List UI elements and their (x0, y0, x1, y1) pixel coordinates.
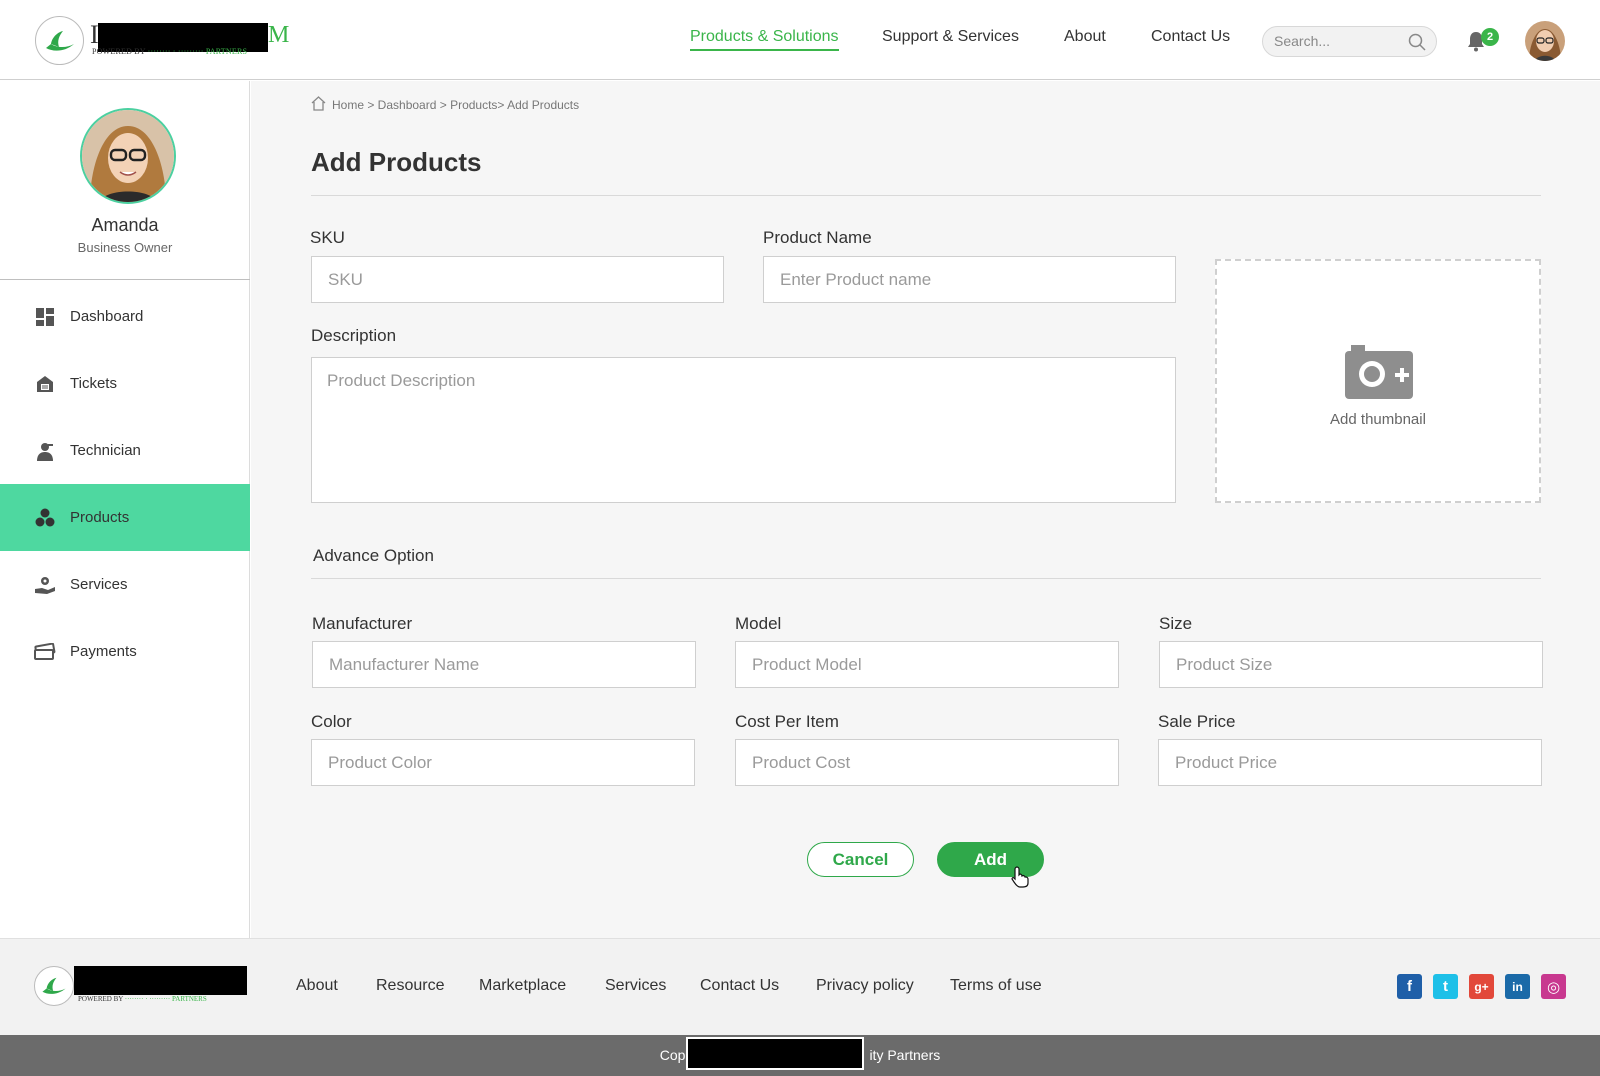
manufacturer-input[interactable] (312, 641, 696, 688)
cancel-button[interactable]: Cancel (807, 842, 914, 877)
footer-link-terms-of-use[interactable]: Terms of use (950, 977, 1042, 995)
nav-contact-us[interactable]: Contact Us (1151, 28, 1230, 46)
size-label: Size (1159, 614, 1193, 633)
footer-link-resource[interactable]: Resource (376, 977, 444, 995)
profile-avatar (80, 108, 176, 204)
nav-about[interactable]: About (1064, 28, 1106, 46)
footer-link-marketplace[interactable]: Marketplace (479, 977, 566, 995)
sidebar: Amanda Business Owner Dashboard Tickets … (0, 81, 250, 938)
instagram-icon[interactable]: ◎ (1541, 974, 1566, 999)
sku-label: SKU (310, 228, 345, 247)
sidebar-item-dashboard[interactable]: Dashboard (0, 283, 250, 350)
page-title: Add Products (311, 147, 482, 177)
footer-link-services[interactable]: Services (605, 977, 666, 995)
linkedin-icon[interactable]: in (1505, 974, 1530, 999)
sku-input[interactable] (311, 256, 724, 303)
user-avatar[interactable] (1525, 21, 1565, 61)
logo-emblem-icon (35, 16, 84, 65)
copyright-redaction (686, 1037, 864, 1070)
manufacturer-label: Manufacturer (312, 614, 413, 633)
products-icon (34, 507, 56, 529)
title-divider (311, 195, 1541, 196)
logo-tagline: POWERED BY ········ · ········· PARTNERS (92, 47, 248, 56)
footer-logo-emblem-icon (34, 966, 74, 1006)
nav-support-services[interactable]: Support & Services (882, 28, 1019, 46)
sidebar-item-label: Payments (70, 643, 137, 660)
model-input[interactable] (735, 641, 1119, 688)
footer-link-about[interactable]: About (296, 977, 338, 995)
sidebar-item-services[interactable]: Services (0, 551, 250, 618)
services-icon (34, 574, 56, 596)
sidebar-item-payments[interactable]: Payments (0, 618, 250, 685)
thumbnail-label: Add thumbnail (1330, 411, 1426, 428)
advance-option-divider (311, 578, 1541, 579)
sidebar-item-label: Technician (70, 442, 141, 459)
sidebar-item-products[interactable]: Products (0, 484, 250, 551)
add-photo-icon (1345, 343, 1413, 404)
search-icon[interactable] (1408, 33, 1426, 56)
size-input[interactable] (1159, 641, 1543, 688)
tickets-icon (34, 373, 56, 395)
sale-price-input[interactable] (1158, 739, 1542, 786)
payments-icon (34, 641, 56, 663)
cost-per-item-label: Cost Per Item (735, 712, 839, 731)
notification-count-badge: 2 (1481, 28, 1499, 46)
hand-cursor-icon (1011, 866, 1029, 893)
sidebar-item-tickets[interactable]: Tickets (0, 350, 250, 417)
footer-logo-tagline: POWERED BY ········ · ········· PARTNERS (78, 995, 207, 1003)
technician-icon (34, 440, 56, 462)
google-plus-icon[interactable]: g+ (1469, 974, 1494, 999)
color-input[interactable] (311, 739, 695, 786)
description-label: Description (311, 326, 397, 345)
home-icon[interactable] (311, 96, 326, 114)
site-logo[interactable]: I M POWERED BY ········ · ········· PART… (35, 16, 295, 66)
dashboard-icon (34, 306, 56, 328)
twitter-icon[interactable]: t (1433, 974, 1458, 999)
sidebar-item-label: Products (70, 509, 130, 526)
product-name-label: Product Name (763, 228, 872, 247)
profile-role: Business Owner (77, 240, 173, 255)
color-label: Color (311, 712, 352, 731)
cost-per-item-input[interactable] (735, 739, 1119, 786)
main-content: Home > Dashboard > Products> Add Product… (251, 81, 1600, 938)
top-header: I M POWERED BY ········ · ········· PART… (0, 0, 1600, 80)
breadcrumb: Home > Dashboard > Products> Add Product… (311, 96, 579, 114)
footer-logo-redaction (74, 966, 247, 995)
copyright-bar: Cop ity Partners (0, 1035, 1600, 1076)
advance-option-title: Advance Option (313, 546, 434, 565)
search-box (1262, 26, 1437, 57)
footer-link-privacy-policy[interactable]: Privacy policy (816, 977, 914, 995)
search-input[interactable] (1274, 33, 1399, 49)
nav-products-solutions[interactable]: Products & Solutions (690, 28, 839, 51)
profile-divider (0, 279, 250, 280)
footer-logo[interactable]: POWERED BY ········ · ········· PARTNERS (34, 966, 254, 1010)
logo-letter-right: M (268, 22, 290, 48)
facebook-icon[interactable]: f (1397, 974, 1422, 999)
model-label: Model (735, 614, 782, 633)
footer: POWERED BY ········ · ········· PARTNERS… (0, 938, 1600, 1035)
sidebar-item-label: Tickets (70, 375, 117, 392)
breadcrumb-path[interactable]: Home > Dashboard > Products> Add Product… (332, 98, 579, 112)
sidebar-item-label: Services (70, 576, 128, 593)
sidebar-item-label: Dashboard (70, 308, 144, 325)
product-name-input[interactable] (763, 256, 1176, 303)
sidebar-item-technician[interactable]: Technician (0, 417, 250, 484)
description-textarea[interactable] (311, 357, 1176, 503)
thumbnail-dropzone[interactable]: Add thumbnail (1215, 259, 1541, 503)
profile-name: Amanda (91, 215, 159, 235)
footer-link-contact-us[interactable]: Contact Us (700, 977, 779, 995)
sale-price-label: Sale Price (1158, 712, 1236, 731)
